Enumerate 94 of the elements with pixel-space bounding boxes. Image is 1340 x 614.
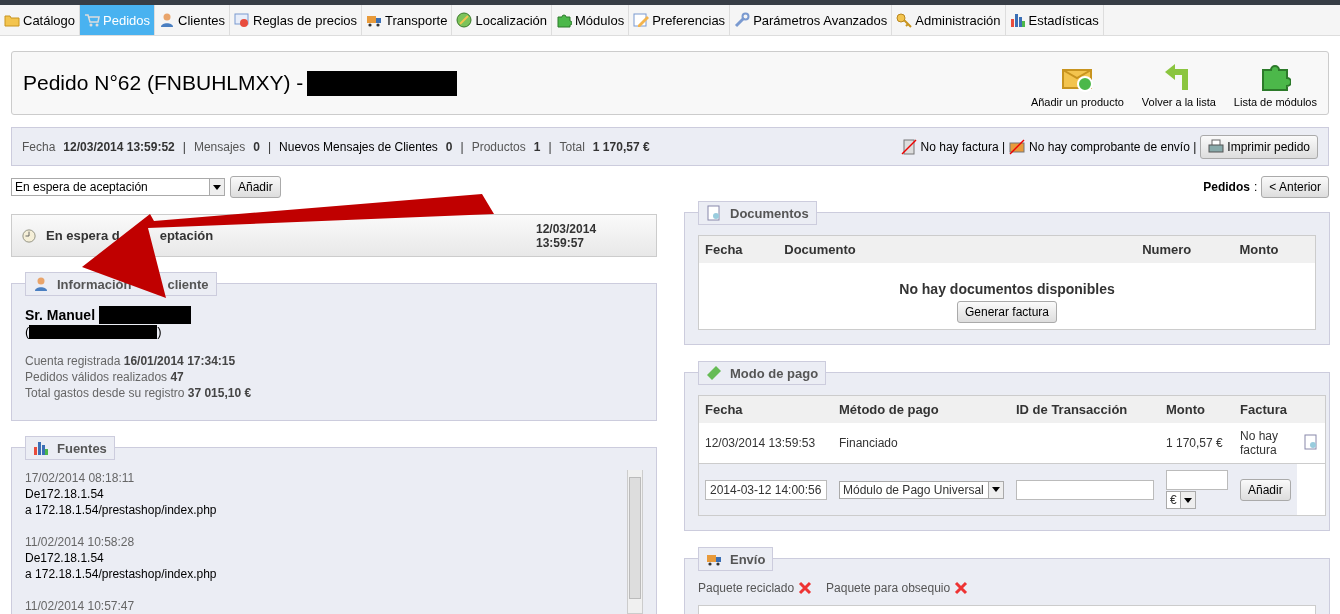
payment-method-select[interactable]: Módulo de Pago Universal [839,480,1004,499]
no-invoice-icon [900,138,917,155]
column-header: Numero [1136,235,1234,263]
summary-value: 12/03/2014 13:59:52 [63,139,175,154]
separator: | [182,139,186,154]
separator: | [267,139,272,154]
amount-field[interactable] [1166,470,1228,490]
source-origin: De172.18.1.54 [25,550,105,566]
printer-icon [1208,138,1225,155]
source-origin: De172.18.1.54 [25,486,105,502]
delivery-status: No hay comprobante de envío | [1029,139,1197,154]
summary-label: Mensajes [193,139,246,154]
source-target: a 172.18.1.54/prestashop/index.php [25,502,218,518]
toolbar-button[interactable]: Lista de módulos [1233,60,1317,108]
flag-label: Paquete para obsequio [826,581,951,595]
document-icon [1302,433,1319,450]
page-title: Pedido N°62 (FNBUHLMXY) - [23,71,304,95]
add-payment-button[interactable]: Añadir [1240,478,1291,501]
currency-select[interactable]: € [1166,491,1196,509]
separator: | [460,139,464,154]
person-icon [33,276,49,292]
document-icon [706,205,722,221]
summary-label: Productos [471,139,526,154]
nav-separator: : [1253,180,1258,194]
toolbar-button[interactable]: Volver a la lista [1141,60,1216,108]
customer-stat: Pedidos válidos realizados 47 [25,369,185,385]
paren: ( [25,324,30,339]
table-cell: No hay factura [1234,423,1297,464]
date-field[interactable]: 2014-03-12 14:00:56 [705,479,827,500]
legend-text: cliente [167,276,209,292]
bar-chart-icon [33,440,49,456]
column-header: Método de pago [833,395,1010,423]
column-header: Monto [1233,235,1316,263]
add-status-button[interactable]: Añadir [230,176,281,198]
column-header: Factura [1234,395,1297,423]
status-select[interactable]: En espera de aceptación [11,178,225,196]
status-date: 12/03/2014 13:59:57 [536,221,598,250]
summary-value: 0 [253,139,260,154]
legend-text: Documentos [730,205,809,221]
column-header: Fecha [698,395,833,423]
source-target: a 172.18.1.54/prestashop/index.php [25,566,218,582]
no-delivery-icon [1009,138,1026,155]
summary-label: Fecha [22,139,56,154]
toolbar-button[interactable]: Añadir un producto [1030,60,1124,108]
tag-icon [234,12,250,28]
column-header: Fecha [698,235,779,263]
customer-name: Sr. Manuel [25,307,96,323]
legend-text: Fuentes [57,440,107,456]
wrench-icon [734,12,751,28]
generate-invoice-button[interactable]: Generar factura [956,301,1057,323]
select-value: Módulo de Pago Universal [843,482,984,497]
legend-text: Envío [730,551,766,567]
column-header: ID de Transacción [1010,395,1160,423]
invoice-status: No hay factura | [920,139,1006,154]
previous-button[interactable]: < Anterior [1261,176,1329,198]
separator: | [548,139,552,154]
empty-message: No hay documentos disponibles [899,281,1115,297]
summary-label: Nuevos Mensajes de Clientes [279,139,438,154]
summary-value: 0 [445,139,453,154]
paren: ) [157,324,162,339]
globe-icon [456,12,473,28]
banknote-icon [706,365,722,381]
source-date: 11/02/2014 10:58:28 [25,534,136,550]
bar-chart-icon [1009,12,1026,28]
table-cell: 12/03/2014 13:59:53 [698,423,833,464]
column-header: Documento [778,235,1137,263]
legend-text: Información [57,276,132,292]
scrollbar[interactable] [627,470,643,614]
print-button[interactable]: Imprimir pedido [1200,134,1318,159]
table-cell: 1 170,57 € [1160,423,1234,464]
summary-value: 1 [533,139,541,154]
status-name: En espera d [46,228,120,243]
summary-value: 1 170,57 € [592,139,650,154]
source-date: 17/02/2014 08:18:11 [25,470,136,486]
nav-label: Pedidos [1203,180,1250,194]
puzzle-icon [556,12,572,28]
status-name: eptación [159,228,214,243]
source-date: 11/02/2014 10:57:47 [25,598,136,614]
select-value: € [1170,493,1177,507]
person-icon [159,12,176,28]
clock-icon [22,228,36,243]
flag-label: Paquete reciclado [698,581,795,595]
key-icon [896,12,913,28]
column-header: Monto [1160,395,1234,423]
summary-label: Total [559,139,585,154]
pencil-icon [633,12,650,28]
table-cell: Financiado [833,423,1010,464]
customer-stat: Total gastos desde su registro 37 015,10 € [25,385,253,401]
transaction-field[interactable] [1016,479,1154,500]
cart-icon [84,12,101,28]
legend-text: Modo de pago [730,365,819,381]
folder-icon [4,12,20,28]
customer-stat: Cuenta registrada 16/01/2014 17:34:15 [25,353,237,369]
select-value: En espera de aceptación [15,180,148,194]
